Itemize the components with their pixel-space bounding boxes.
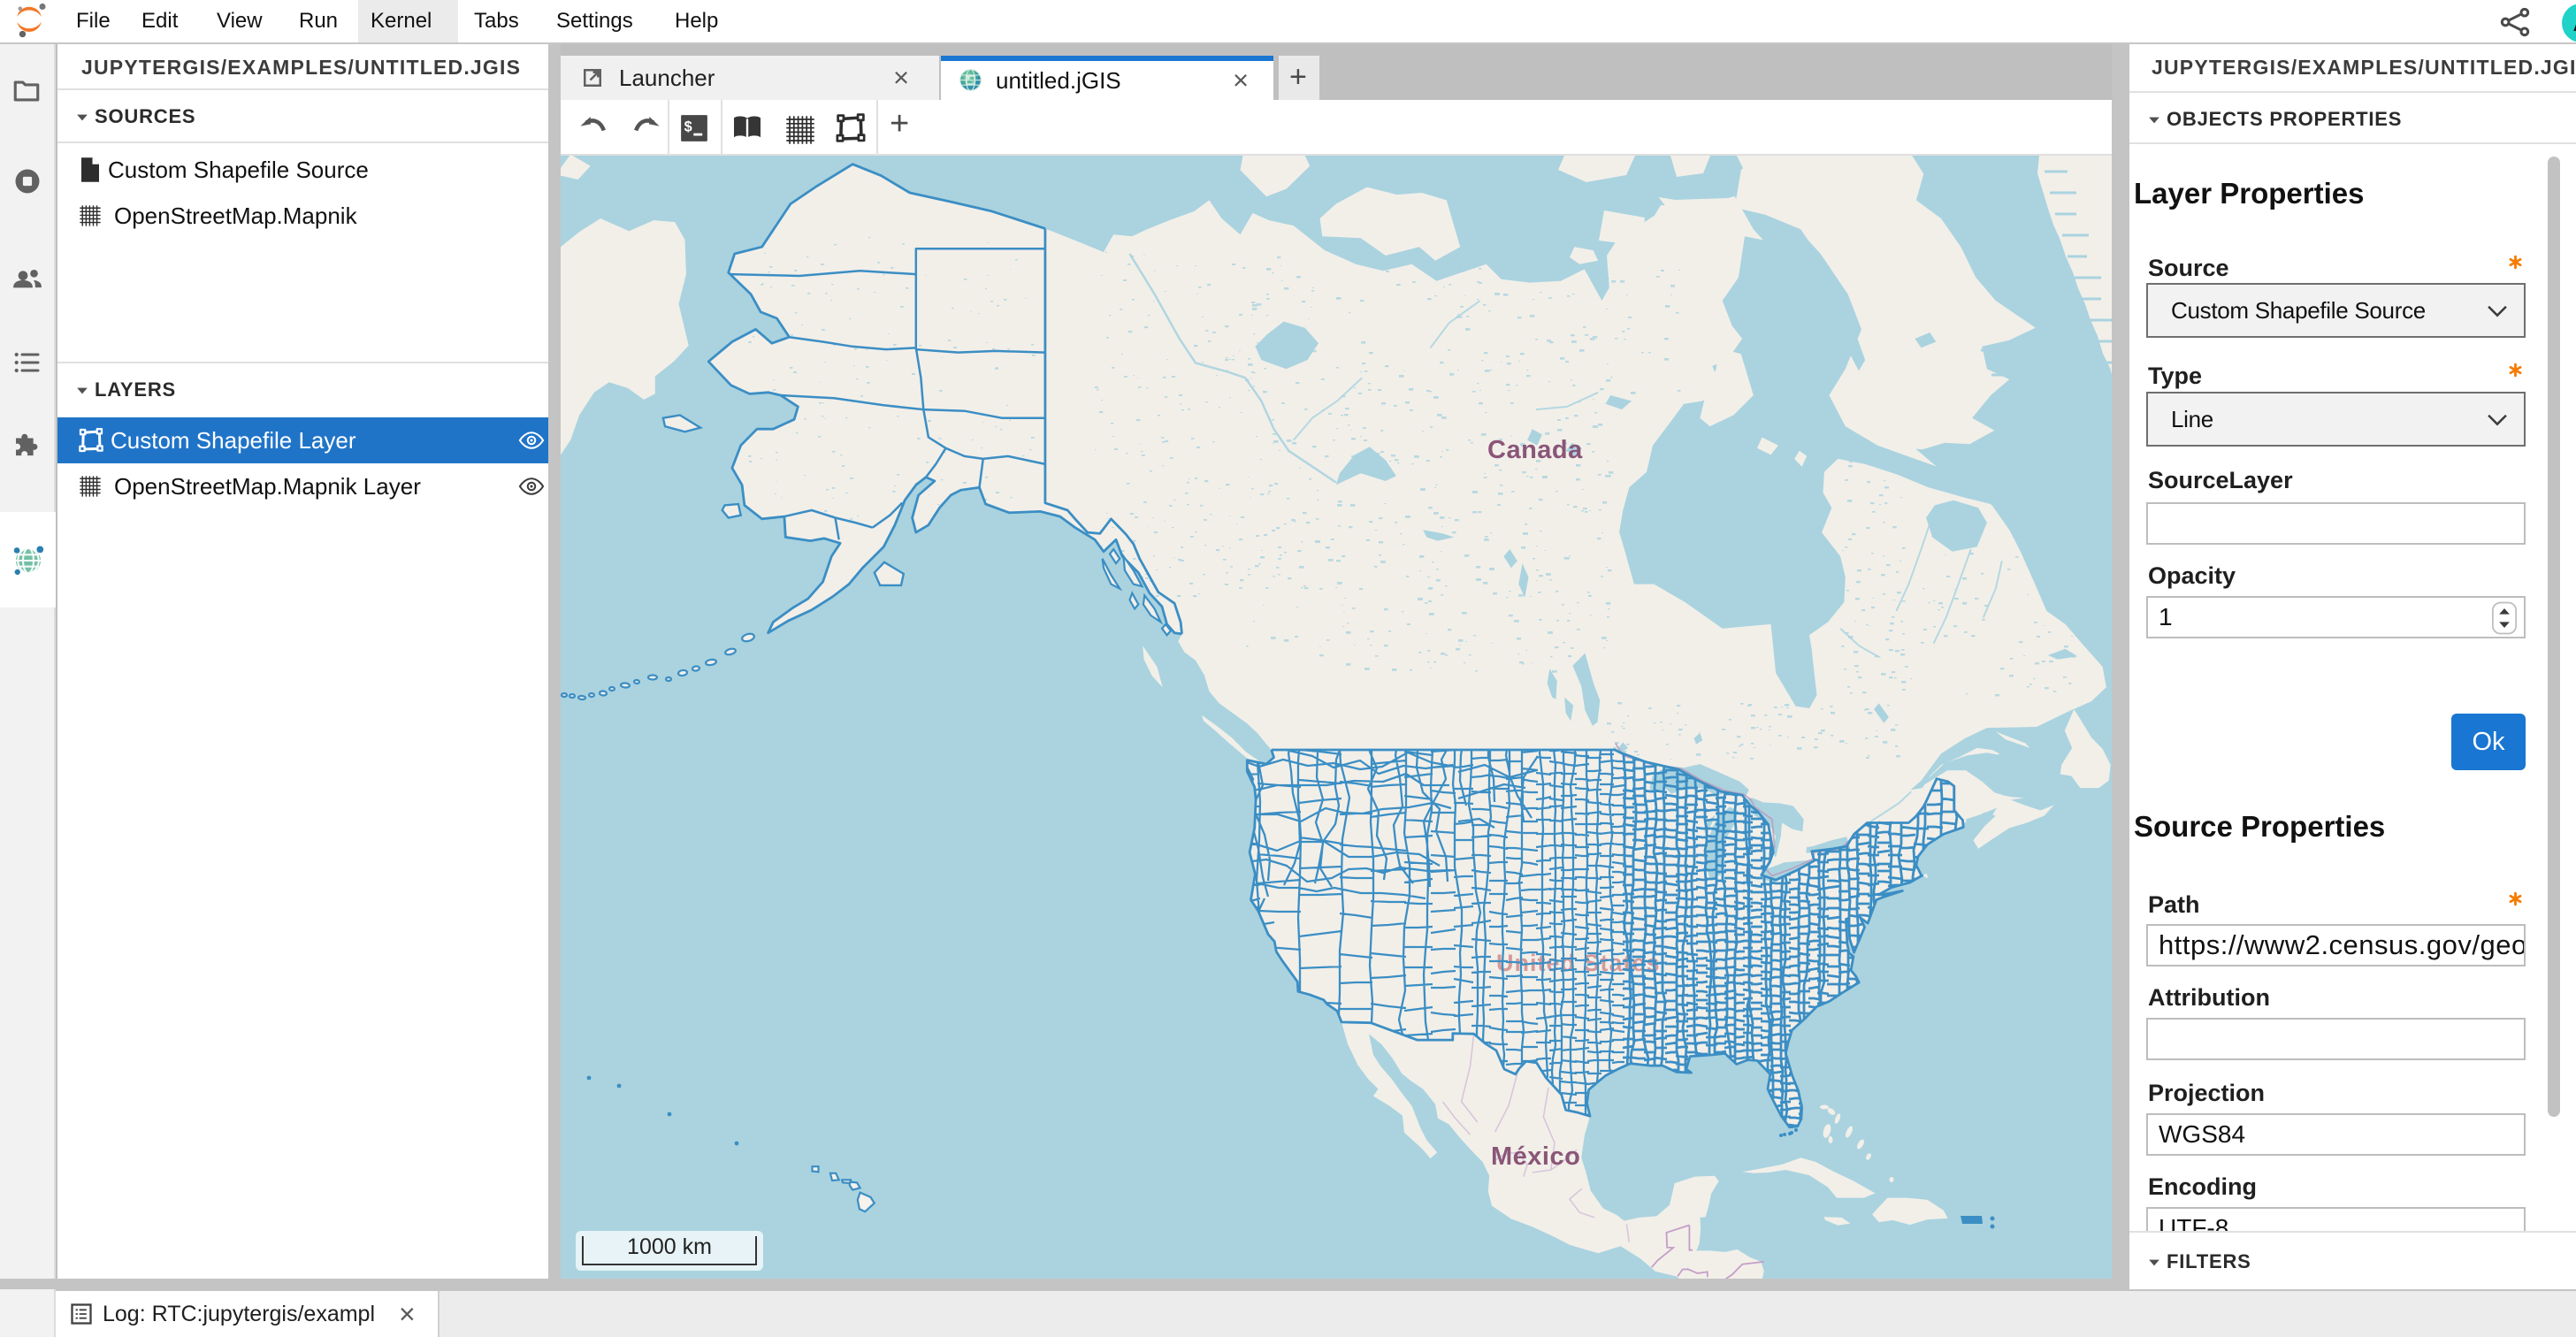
svg-text:México: México xyxy=(1491,1142,1580,1171)
svg-text:$: $ xyxy=(684,119,692,135)
svg-text:Canada: Canada xyxy=(1487,436,1583,464)
